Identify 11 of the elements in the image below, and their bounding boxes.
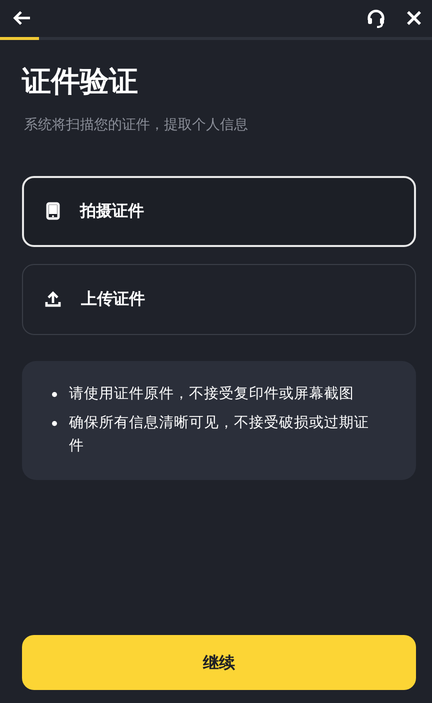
continue-button[interactable]: 继续 — [22, 635, 416, 690]
phone-icon — [46, 202, 60, 220]
bullet-icon — [52, 392, 57, 397]
note-text: 确保所有信息清晰可见，不接受破损或过期证件 — [69, 414, 370, 456]
option-button[interactable]: 上传证件 — [22, 264, 416, 335]
option-button[interactable]: 拍摄证件 — [22, 176, 416, 247]
bullet-icon — [52, 420, 57, 426]
subtitle: 系统将扫描您的证件，提取个人信息 — [24, 116, 249, 135]
note-text: 请使用证件原件，不接受复印件或屏幕截图 — [69, 384, 355, 404]
upload-icon — [45, 291, 61, 308]
page-title: 证件验证 — [22, 64, 139, 99]
